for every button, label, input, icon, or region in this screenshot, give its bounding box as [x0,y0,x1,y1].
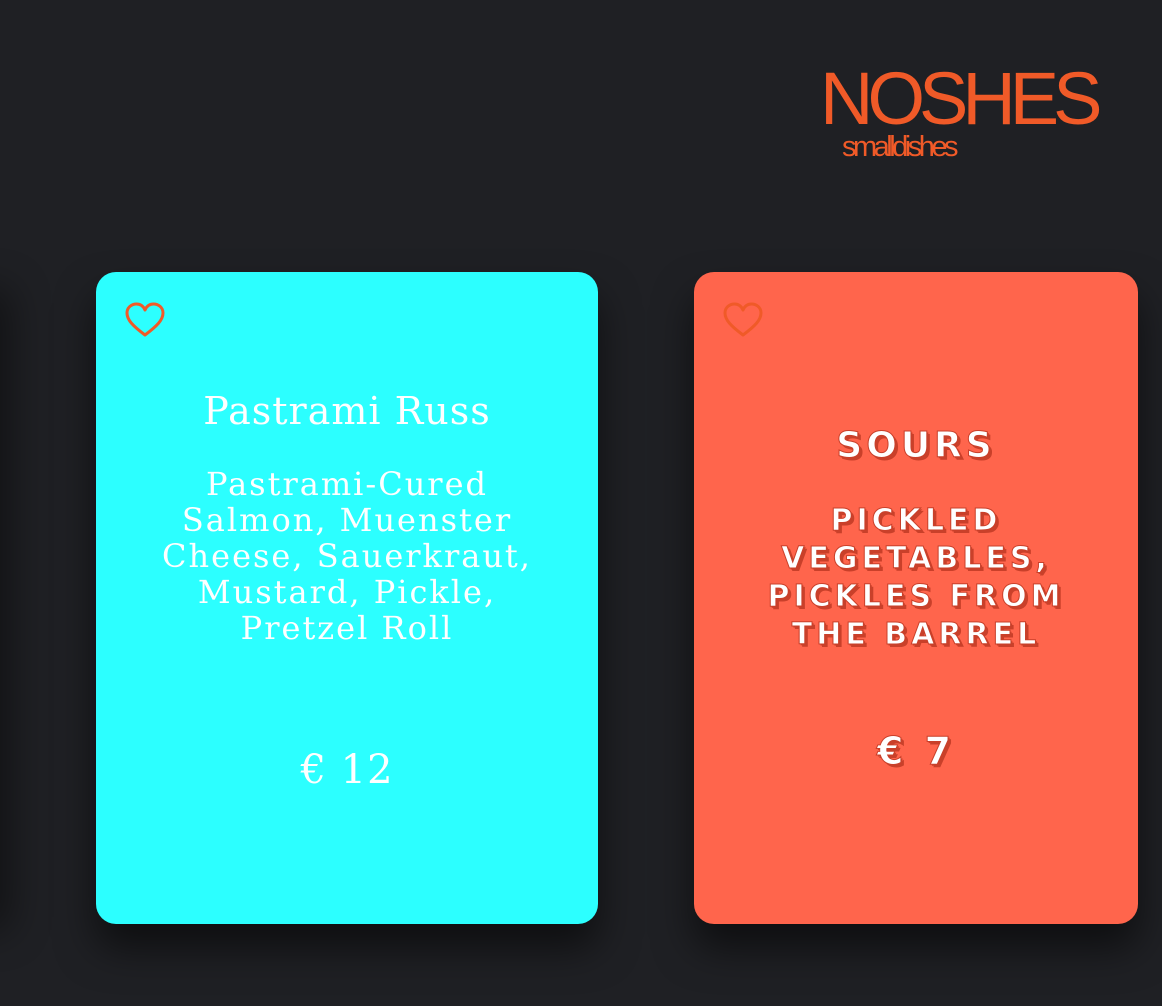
brand-logo[interactable]: NOSHES smalldishes [820,62,1120,172]
card-description: Pickled Vegetables, Pickles from the Bar… [767,503,1065,653]
card-description: Pastrami-Cured Salmon, Muenster Cheese, … [162,465,532,647]
menu-card-pastrami-russ[interactable]: Pastrami Russ Pastrami-Cured Salmon, Mue… [96,272,598,924]
card-price: € 7 [876,729,956,774]
brand-tagline: smalldishes [842,131,959,163]
menu-card-sours[interactable]: Sours Pickled Vegetables, Pickles from t… [694,272,1138,924]
heart-icon[interactable] [723,302,763,338]
brand-name: NOSHES [820,57,1103,140]
card-price: € 12 [300,747,394,793]
card-title: Pastrami Russ [203,389,491,433]
card-title: Sours [836,425,996,467]
heart-icon[interactable] [125,302,165,338]
